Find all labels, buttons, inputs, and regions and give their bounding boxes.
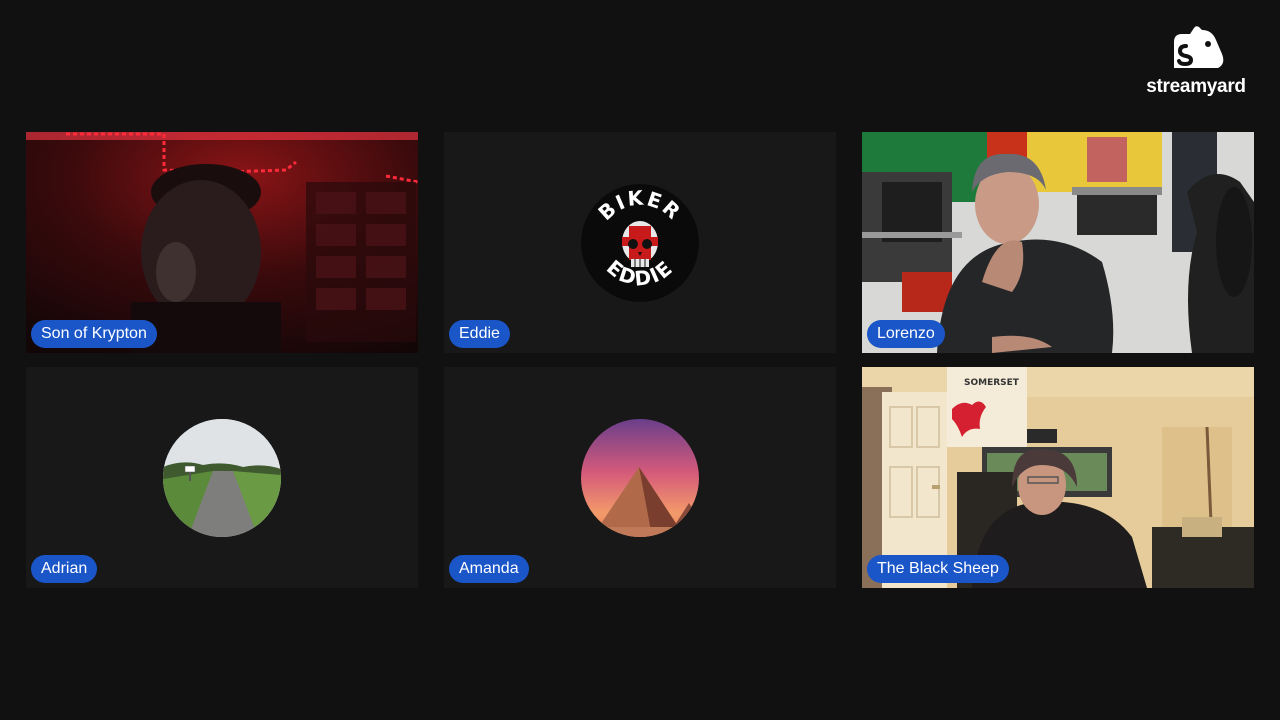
streamyard-logo: streamyard [1134, 24, 1258, 102]
brand-name: streamyard [1146, 76, 1246, 97]
participant-tile-son-of-krypton[interactable]: Son of Krypton [26, 132, 418, 353]
flag-text: SOMERSET [964, 378, 1020, 388]
participant-avatar [581, 419, 699, 537]
participant-name: Son of Krypton [31, 320, 157, 348]
participant-tile-amanda[interactable]: Amanda [444, 367, 836, 588]
country-road-avatar-icon [163, 419, 281, 537]
participant-avatar: BIKER EDDIE [581, 184, 699, 302]
participant-name: Adrian [31, 555, 98, 583]
stream-canvas: streamyard Son of Krypton BIKER EDDIE Ed… [0, 0, 1280, 720]
streamyard-logo-icon [1174, 26, 1224, 68]
participant-avatar [163, 419, 281, 537]
biker-skull-avatar-icon: BIKER EDDIE [581, 184, 699, 302]
participant-tile-eddie[interactable]: BIKER EDDIE Eddie [444, 132, 836, 353]
participant-name: The Black Sheep [867, 555, 1009, 583]
participant-tile-lorenzo[interactable]: Lorenzo [862, 132, 1254, 353]
participant-tile-adrian[interactable]: Adrian [26, 367, 418, 588]
pyramid-sunset-avatar-icon [581, 419, 699, 537]
participant-name: Amanda [449, 555, 529, 583]
participant-tile-the-black-sheep[interactable]: SOMERSET The Black Sheep [862, 367, 1254, 588]
participant-name: Lorenzo [867, 320, 945, 348]
participant-name: Eddie [449, 320, 510, 348]
